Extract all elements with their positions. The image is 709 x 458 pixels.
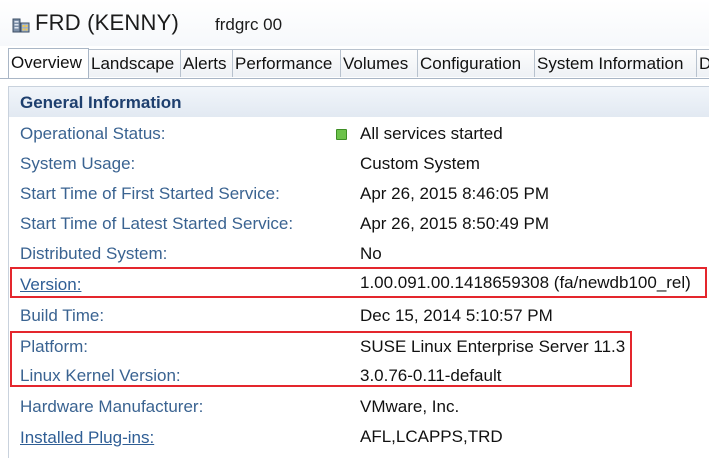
latest-service-start-value: Apr 26, 2015 8:50:49 PM	[360, 214, 550, 233]
system-usage-label: System Usage:	[20, 154, 136, 173]
distributed-system-value: No	[360, 244, 382, 263]
operational-status-value: All services started	[360, 124, 503, 143]
operational-status-label: Operational Status:	[20, 124, 166, 143]
section-title: General Information	[20, 93, 182, 112]
tab-system-information[interactable]: System Information	[535, 49, 697, 77]
kernel-version-value: 3.0.76-0.11-default	[360, 366, 502, 385]
distributed-system-label: Distributed System:	[20, 244, 168, 263]
status-ok-icon	[336, 129, 347, 140]
first-service-start-value: Apr 26, 2015 8:46:05 PM	[360, 184, 550, 203]
first-service-start-label: Start Time of First Started Service:	[20, 184, 280, 203]
installed-plugins-link[interactable]: Installed Plug-ins:	[20, 428, 154, 448]
tab-volumes[interactable]: Volumes	[341, 49, 418, 77]
version-link[interactable]: Version:	[20, 275, 81, 295]
platform-label: Platform:	[20, 337, 89, 356]
build-time-value: Dec 15, 2014 5:10:57 PM	[360, 306, 553, 325]
kernel-version-label: Linux Kernel Version:	[20, 366, 181, 385]
tab-configuration[interactable]: Configuration	[418, 49, 535, 77]
tab-alerts[interactable]: Alerts	[181, 49, 233, 77]
section-header: General Information	[9, 87, 709, 117]
editor-header: FRD (KENNY) frdgrc 00	[0, 0, 709, 46]
version-value: 1.00.091.00.1418659308 (fa/newdb100_rel)	[360, 273, 691, 292]
build-time-label: Build Time:	[20, 306, 105, 325]
overview-content: General Information Operational Status: …	[8, 86, 709, 458]
system-icon	[12, 18, 30, 33]
hardware-manufacturer-value: VMware, Inc.	[360, 397, 460, 416]
system-instance: frdgrc 00	[215, 15, 283, 34]
tab-performance[interactable]: Performance	[233, 49, 341, 77]
hardware-manufacturer-label: Hardware Manufacturer:	[20, 397, 204, 416]
system-overview-window: FRD (KENNY) frdgrc 00 Overview Landscape…	[0, 0, 709, 458]
tab-overview[interactable]: Overview	[8, 48, 89, 78]
system-title: FRD (KENNY)	[35, 10, 179, 35]
tab-landscape[interactable]: Landscape	[89, 49, 181, 77]
system-usage-value: Custom System	[360, 154, 480, 173]
latest-service-start-label: Start Time of Latest Started Service:	[20, 214, 294, 233]
installed-plugins-value: AFL,LCAPPS,TRD	[360, 427, 503, 446]
tab-truncated[interactable]: D	[697, 49, 709, 77]
platform-value: SUSE Linux Enterprise Server 11.3	[360, 337, 626, 356]
tab-bar: Overview Landscape Alerts Performance Vo…	[0, 48, 709, 79]
